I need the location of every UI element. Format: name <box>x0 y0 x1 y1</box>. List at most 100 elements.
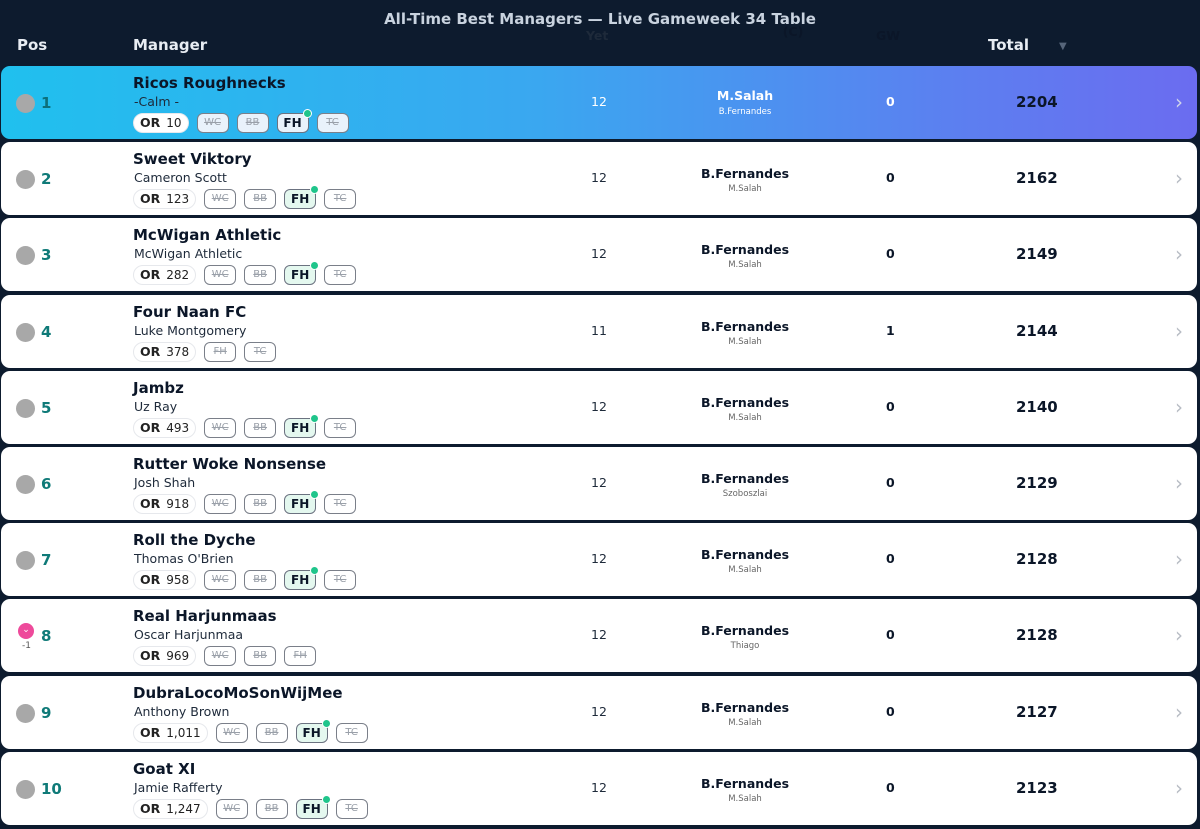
players-yet: 12 <box>591 704 607 719</box>
chip-tc: TC <box>316 112 349 133</box>
vice-captain-name: B.Fernandes <box>718 107 772 117</box>
chip-label: WC <box>223 803 241 814</box>
chip-label: BB <box>245 117 260 128</box>
gameweek-points: 0 <box>886 94 895 109</box>
chevron-right-icon[interactable]: › <box>1175 90 1183 114</box>
gameweek-points: 0 <box>886 551 895 566</box>
active-chip-dot-icon <box>310 565 320 575</box>
vice-captain-name: M.Salah <box>728 260 762 270</box>
chip-tc: TC <box>335 722 368 743</box>
chip-fh: FH <box>284 489 320 514</box>
table-row[interactable]: 4 Four Naan FC Luke Montgomery OR 378 FH… <box>1 295 1197 368</box>
rank-down-icon: ⌄ <box>18 623 34 639</box>
players-yet: 12 <box>591 551 607 566</box>
team-name[interactable]: Goat XI <box>133 760 195 778</box>
chip-tc: TC <box>324 493 357 514</box>
overall-rank-value: 378 <box>166 344 190 359</box>
rank-number: 1 <box>41 94 52 112</box>
rank-neutral-dot-icon <box>16 475 35 494</box>
table-row[interactable]: 5 Jambz Uz Ray OR 493 WC BB FH TC 12 B.F… <box>1 371 1197 444</box>
chip-label: TC <box>333 269 347 280</box>
team-name[interactable]: Jambz <box>133 379 184 397</box>
column-header-total[interactable]: Total <box>988 36 1029 54</box>
column-header-yet[interactable]: Yet <box>586 28 608 43</box>
chevron-right-icon[interactable]: › <box>1175 166 1183 190</box>
table-row[interactable]: 1 Ricos Roughnecks -Calm - OR 10 WC BB F… <box>1 66 1197 139</box>
table-row[interactable]: 9 DubraLocoMoSonWijMee Anthony Brown OR … <box>1 676 1197 749</box>
chevron-right-icon[interactable]: › <box>1175 242 1183 266</box>
overall-rank-value: 282 <box>166 267 190 282</box>
gameweek-points: 0 <box>886 475 895 490</box>
rank-number: 4 <box>41 323 52 341</box>
team-name[interactable]: DubraLocoMoSonWijMee <box>133 684 343 702</box>
overall-rank-label: OR <box>140 267 161 282</box>
rank-number: 8 <box>41 627 52 645</box>
chip-label: FH <box>291 572 310 587</box>
column-header-gw[interactable]: GW <box>876 28 900 43</box>
chevron-right-icon[interactable]: › <box>1175 700 1183 724</box>
active-chip-dot-icon <box>321 718 331 728</box>
players-yet: 11 <box>591 323 607 338</box>
chip-label: FH <box>291 420 310 435</box>
players-yet: 12 <box>591 94 607 109</box>
rank-neutral-dot-icon <box>16 170 35 189</box>
overall-rank-label: OR <box>140 344 161 359</box>
chevron-right-icon[interactable]: › <box>1175 471 1183 495</box>
overall-rank-pill: OR 969 <box>133 645 197 666</box>
chip-label: WC <box>223 727 241 738</box>
table-row[interactable]: 6 Rutter Woke Nonsense Josh Shah OR 918 … <box>1 447 1197 520</box>
column-header-pos[interactable]: Pos <box>17 36 47 54</box>
overall-rank-pill: OR 378 <box>133 341 197 362</box>
chip-fh: FH <box>295 794 331 819</box>
column-header-manager[interactable]: Manager <box>133 36 207 54</box>
team-name[interactable]: Rutter Woke Nonsense <box>133 455 326 473</box>
overall-rank-label: OR <box>140 725 161 740</box>
team-name[interactable]: Ricos Roughnecks <box>133 74 286 92</box>
chip-bb: BB <box>255 722 288 743</box>
table-row[interactable]: 2 Sweet Viktory Cameron Scott OR 123 WC … <box>1 142 1197 215</box>
chevron-right-icon[interactable]: › <box>1175 547 1183 571</box>
sort-descending-icon[interactable]: ▼ <box>1059 41 1067 52</box>
overall-rank-value: 958 <box>166 572 190 587</box>
team-name[interactable]: Roll the Dyche <box>133 531 256 549</box>
chevron-right-icon[interactable]: › <box>1175 776 1183 800</box>
table-row[interactable]: 7 Roll the Dyche Thomas O'Brien OR 958 W… <box>1 523 1197 596</box>
chevron-right-icon[interactable]: › <box>1175 395 1183 419</box>
chip-bb: BB <box>255 798 288 819</box>
rank-number: 3 <box>41 246 52 264</box>
table-header: All-Time Best Managers — Live Gameweek 3… <box>0 0 1200 62</box>
active-chip-dot-icon <box>310 260 320 270</box>
overall-rank-label: OR <box>140 191 161 206</box>
team-name[interactable]: Four Naan FC <box>133 303 246 321</box>
manager-name: Anthony Brown <box>134 704 230 719</box>
gameweek-points: 0 <box>886 399 895 414</box>
table-row[interactable]: ⌄ -1 8 Real Harjunmaas Oscar Harjunmaa O… <box>1 599 1197 672</box>
overall-rank-label: OR <box>140 801 161 816</box>
chevron-right-icon[interactable]: › <box>1175 623 1183 647</box>
rank-number: 9 <box>41 704 52 722</box>
gameweek-points: 0 <box>886 170 895 185</box>
team-name[interactable]: Real Harjunmaas <box>133 607 277 625</box>
chip-label: TC <box>345 803 358 814</box>
page-title: All-Time Best Managers — Live Gameweek 3… <box>384 10 816 28</box>
players-yet: 12 <box>591 170 607 185</box>
chip-fh: FH <box>295 718 331 743</box>
captain-name: B.Fernandes <box>700 166 790 181</box>
rank-number: 2 <box>41 170 52 188</box>
chip-label: WC <box>204 117 221 128</box>
chip-fh: FH <box>276 108 312 133</box>
column-header-captain[interactable]: (C) <box>733 24 853 39</box>
team-name[interactable]: Sweet Viktory <box>133 150 252 168</box>
table-row[interactable]: 10 Goat XI Jamie Rafferty OR 1,247 WC BB… <box>1 752 1197 825</box>
overall-rank-value: 1,247 <box>166 801 201 816</box>
team-name[interactable]: McWigan Athletic <box>133 226 281 244</box>
table-row[interactable]: 3 McWigan Athletic McWigan Athletic OR 2… <box>1 218 1197 291</box>
total-points: 2162 <box>1016 169 1058 187</box>
chip-wc: WC <box>204 493 237 514</box>
chip-label: FH <box>213 346 227 357</box>
total-points: 2128 <box>1016 550 1058 568</box>
chips-row: OR 918 WC BB FH TC <box>133 489 357 514</box>
chevron-right-icon[interactable]: › <box>1175 319 1183 343</box>
vice-captain-name: M.Salah <box>728 413 762 423</box>
chip-fh: FH <box>204 341 237 362</box>
